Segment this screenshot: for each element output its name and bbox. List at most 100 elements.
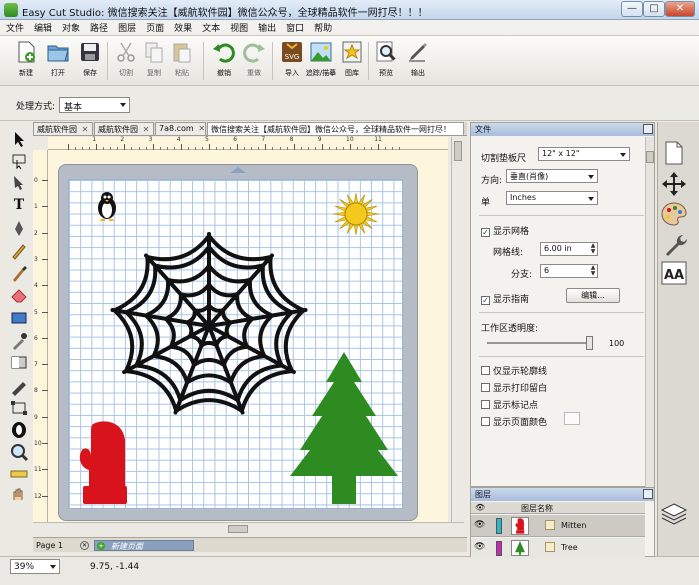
checkbox-unchecked[interactable] (481, 400, 490, 409)
close-page-icon[interactable]: ✕ (80, 541, 89, 550)
menu-edit[interactable]: 编辑 (34, 21, 52, 34)
gradient-fill-icon[interactable] (11, 356, 27, 369)
menu-object[interactable]: 对象 (62, 21, 80, 34)
text-format-icon[interactable]: AA (661, 261, 687, 285)
panel-float-icon[interactable] (643, 489, 653, 499)
page-label[interactable]: Page 1 (36, 541, 63, 550)
outline-only-checkbox[interactable]: 仅显示轮廓线 (481, 364, 547, 377)
panel-scrollbar[interactable] (645, 137, 654, 487)
layer-color-swatch[interactable] (496, 518, 502, 534)
menu-help[interactable]: 帮助 (314, 21, 332, 34)
tab-doc-3[interactable]: 7a8.com ✕ (155, 122, 206, 135)
layer-row[interactable]: 👁 Tree (471, 538, 645, 557)
print-margin-checkbox[interactable]: 显示打印留白 (481, 381, 547, 394)
menu-window[interactable]: 窗口 (286, 21, 304, 34)
tree-shape[interactable] (290, 352, 398, 506)
show-guides-checkbox[interactable]: ✓ 显示指南 (481, 292, 529, 305)
ruler-icon[interactable] (10, 470, 28, 478)
close-icon[interactable]: ✕ (197, 124, 205, 133)
minimize-button[interactable]: — (621, 1, 643, 17)
checkbox-unchecked[interactable] (481, 383, 490, 392)
layers-stack-icon[interactable] (660, 503, 688, 525)
horizontal-scrollbar[interactable] (33, 522, 464, 535)
page-color-checkbox[interactable]: 显示页面颜色 (481, 415, 547, 428)
menu-file[interactable]: 文件 (6, 21, 24, 34)
pencil-icon[interactable] (12, 244, 26, 260)
grid-spacing-spinner[interactable]: ▲ ▼ (589, 243, 597, 255)
checkbox-unchecked[interactable] (481, 366, 490, 375)
edit-guides-button[interactable]: 编辑... (566, 288, 620, 303)
opacity-slider-thumb[interactable] (586, 336, 593, 350)
page-color-swatch[interactable] (564, 412, 580, 425)
close-icon[interactable]: ✕ (141, 125, 151, 134)
output-button[interactable]: 输出 (402, 40, 434, 82)
save-button[interactable]: 保存 (74, 40, 106, 82)
open-button[interactable]: 打开 (42, 40, 74, 82)
subdivision-spinner[interactable]: ▲ ▼ (589, 265, 597, 277)
layer-row[interactable]: 👁 Mitten (471, 515, 645, 537)
menu-layer[interactable]: 图层 (118, 21, 136, 34)
opacity-slider-track[interactable] (487, 342, 593, 344)
tab-doc-4[interactable]: 微信搜索关注【威航软件园】微信公众号，全球精品软件一网打尽！ (207, 122, 464, 135)
scroll-thumb[interactable] (228, 525, 248, 533)
menu-effect[interactable]: 效果 (174, 21, 192, 34)
checkbox-checked[interactable]: ✓ (481, 296, 490, 305)
zoom-icon[interactable] (11, 444, 29, 462)
checkbox-unchecked[interactable] (481, 417, 490, 426)
scroll-thumb[interactable] (454, 141, 462, 161)
rectangle-tool-icon[interactable] (11, 312, 27, 324)
tab-doc-2[interactable]: 威航软件园 ✕ (94, 122, 154, 135)
library-button[interactable]: 图库 (336, 40, 368, 82)
menu-text[interactable]: 文本 (202, 21, 220, 34)
import-button[interactable]: SVG 导入 (276, 40, 308, 82)
new-button[interactable]: 新建 (10, 40, 42, 82)
scroll-thumb[interactable] (646, 151, 654, 163)
menu-output[interactable]: 输出 (258, 21, 276, 34)
menu-view[interactable]: 视图 (230, 21, 248, 34)
add-page-icon[interactable]: + (97, 542, 105, 550)
eye-icon[interactable]: 👁 (474, 520, 485, 530)
zoom-select[interactable]: 39% (10, 559, 60, 574)
pen-tool-icon[interactable] (15, 221, 23, 236)
select-arrow-icon[interactable] (15, 132, 24, 147)
layer-color-swatch[interactable] (496, 541, 502, 556)
maximize-button[interactable]: □ (643, 1, 665, 17)
markers-checkbox[interactable]: 显示标记点 (481, 398, 538, 411)
weld-icon[interactable] (12, 422, 26, 438)
brush-icon[interactable] (13, 266, 27, 282)
process-mode-select[interactable]: 基本 (59, 97, 130, 113)
move-arrows-icon[interactable] (662, 172, 686, 196)
text-tool-icon[interactable]: T (14, 197, 25, 213)
close-icon[interactable]: ✕ (80, 125, 90, 134)
bounding-box-icon[interactable] (11, 401, 27, 415)
redo-button[interactable]: 重做 (238, 40, 270, 82)
document-panel-icon[interactable] (665, 141, 683, 165)
vertical-scrollbar[interactable] (451, 137, 464, 522)
node-edit-icon[interactable] (12, 154, 26, 170)
close-button[interactable]: ✕ (665, 1, 695, 17)
tab-doc-1[interactable]: 威航软件园 ✕ (33, 122, 93, 135)
trace-button[interactable]: 追踪/描摹 (305, 40, 337, 82)
wrench-icon[interactable] (666, 235, 687, 256)
menu-path[interactable]: 路径 (90, 21, 108, 34)
eye-icon[interactable]: 👁 (474, 542, 485, 552)
hand-pan-icon[interactable] (13, 488, 23, 500)
eraser-icon[interactable] (11, 289, 27, 303)
mat-size-select[interactable]: 12" x 12" (538, 147, 630, 161)
spider-web-shape[interactable] (100, 228, 318, 422)
checkbox-checked[interactable]: ✓ (481, 228, 490, 237)
penguin-shape[interactable] (95, 191, 119, 221)
paste-button[interactable]: 粘贴 (166, 40, 198, 82)
color-palette-icon[interactable] (661, 202, 687, 226)
transform-icon[interactable] (14, 176, 23, 190)
undo-button[interactable]: 撤销 (208, 40, 240, 82)
sun-shape[interactable] (328, 188, 384, 240)
new-page-tab[interactable]: 新建页面 (94, 540, 194, 551)
knife-icon[interactable] (12, 382, 26, 396)
preview-button[interactable]: 预览 (370, 40, 402, 82)
eyedropper-icon[interactable] (13, 333, 27, 350)
mitten-shape[interactable] (79, 420, 129, 506)
panel-float-icon[interactable] (643, 124, 653, 134)
menu-page[interactable]: 页面 (146, 21, 164, 34)
show-grid-checkbox[interactable]: ✓ 显示网格 (481, 224, 529, 237)
